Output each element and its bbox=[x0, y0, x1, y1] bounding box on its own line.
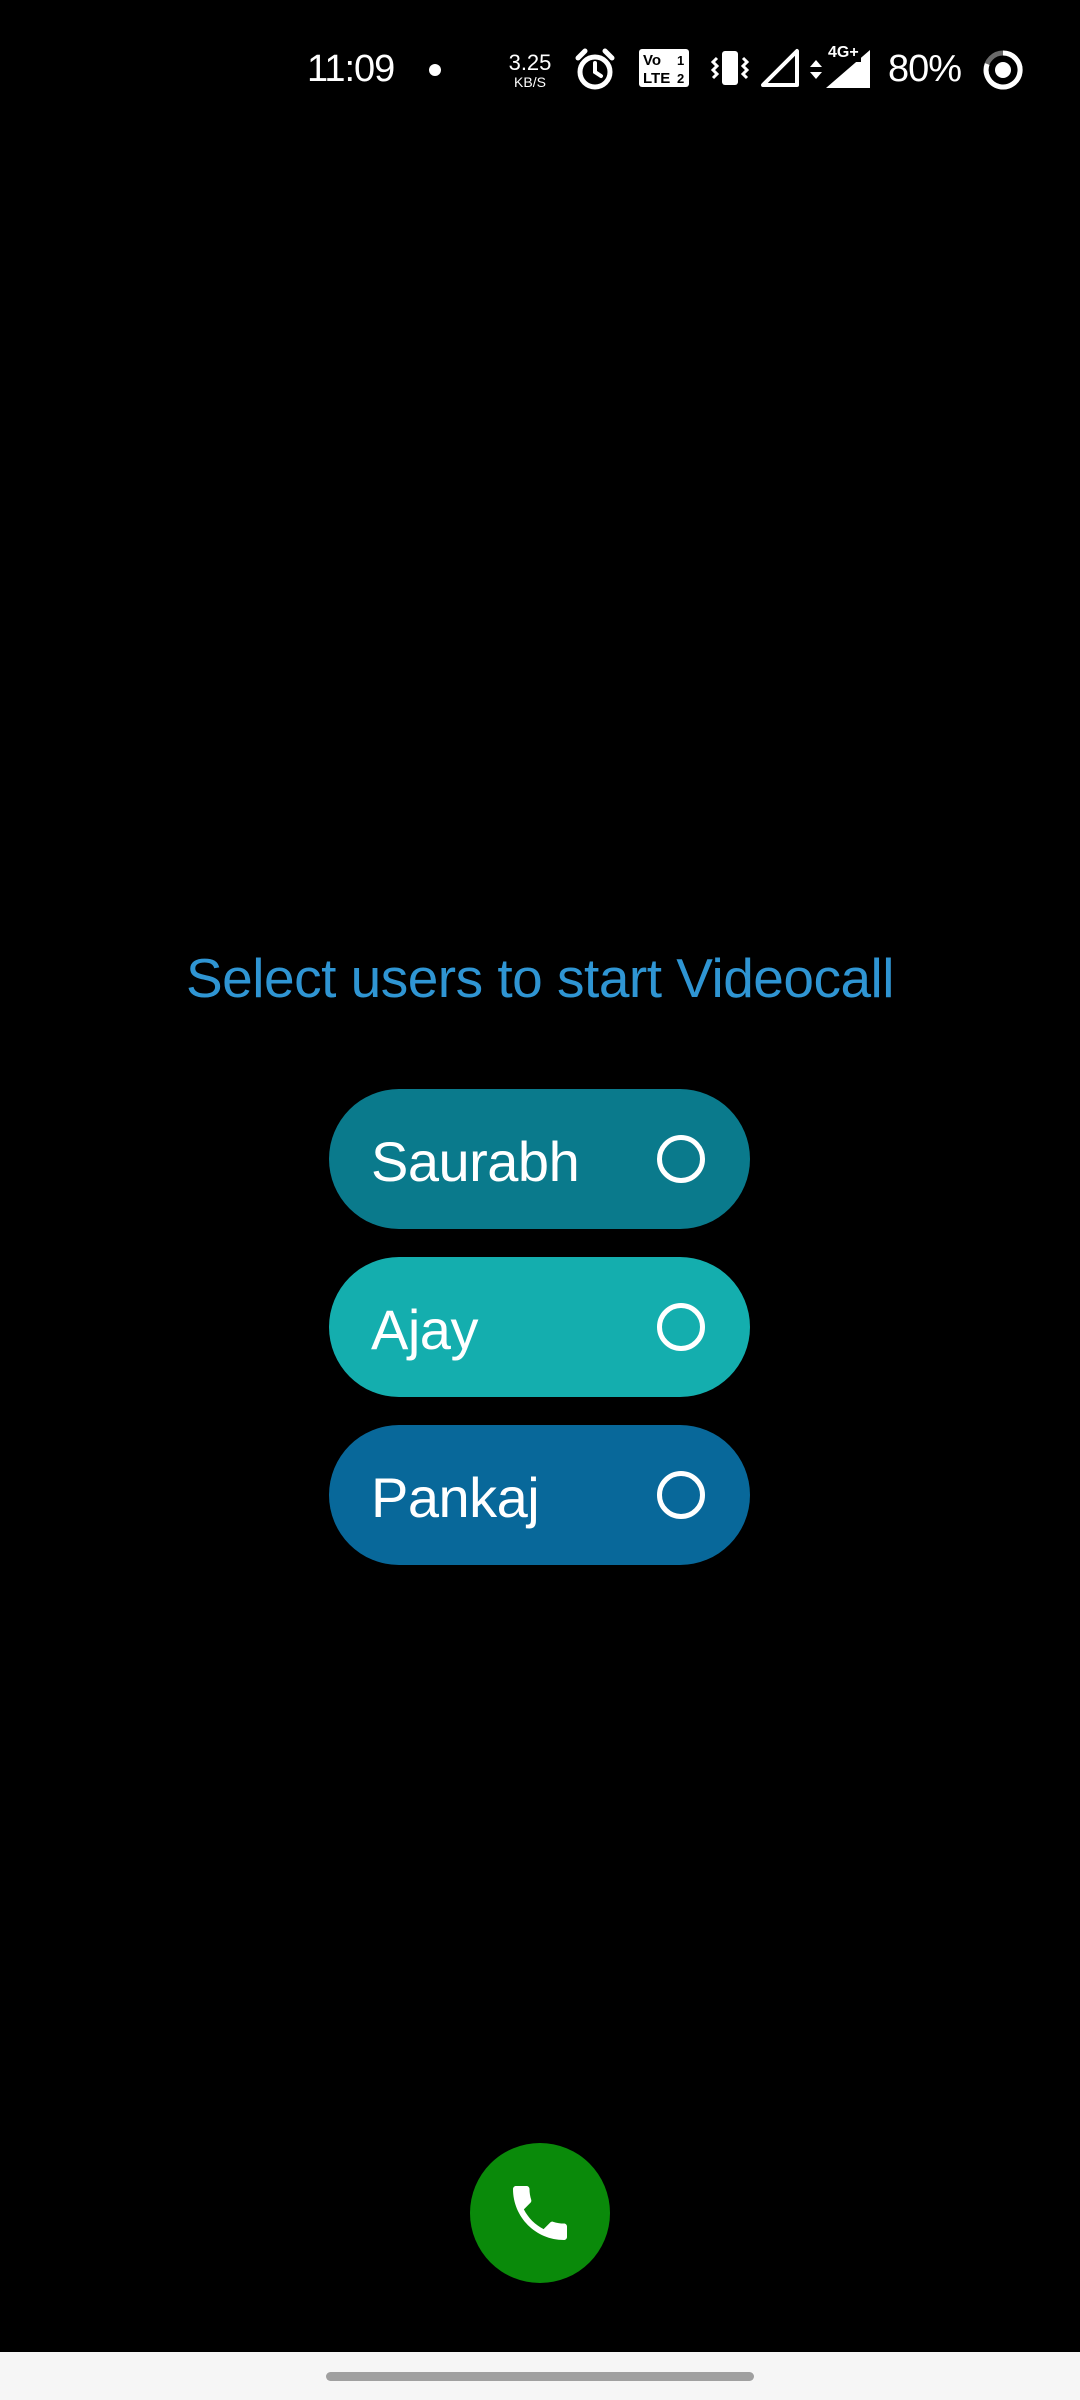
user-item-pankaj[interactable]: Pankaj bbox=[329, 1425, 750, 1565]
network-speed-unit: KB/S bbox=[514, 74, 546, 90]
start-call-button[interactable] bbox=[470, 2143, 610, 2283]
notification-dot-icon bbox=[429, 64, 441, 76]
svg-text:1: 1 bbox=[677, 53, 684, 68]
user-name: Saurabh bbox=[371, 1130, 580, 1193]
user-item-saurabh[interactable]: Saurabh bbox=[329, 1089, 750, 1229]
alarm-icon bbox=[575, 48, 615, 90]
vibrate-icon bbox=[710, 51, 750, 85]
network-type-label: 4G+ bbox=[826, 44, 861, 62]
user-name: Pankaj bbox=[371, 1466, 540, 1529]
status-time: 11:09 bbox=[307, 48, 395, 90]
volte-bottom-label: LTE bbox=[643, 70, 670, 87]
signal-strength-icon bbox=[761, 49, 799, 87]
home-gesture-handle[interactable] bbox=[326, 2372, 754, 2381]
user-select-radio[interactable] bbox=[657, 1135, 705, 1183]
battery-percent: 80% bbox=[888, 48, 962, 90]
status-bar: 11:09 3.25 KB/S Vo LTE 1 2 4G+ 80% bbox=[0, 0, 1080, 140]
network-speed-value: 3.25 bbox=[508, 50, 552, 75]
svg-text:2: 2 bbox=[677, 71, 684, 86]
volte-top-label: Vo bbox=[643, 52, 661, 69]
page-title: Select users to start Videocall bbox=[185, 947, 895, 1009]
volte-icon: Vo LTE 1 2 bbox=[639, 49, 689, 87]
network-speed: 3.25 KB/S bbox=[505, 50, 555, 90]
user-select-radio[interactable] bbox=[657, 1471, 705, 1519]
user-select-radio[interactable] bbox=[657, 1303, 705, 1351]
screen: 11:09 3.25 KB/S Vo LTE 1 2 4G+ 80% Selec… bbox=[0, 0, 1080, 2400]
phone-icon bbox=[513, 2186, 567, 2240]
user-name: Ajay bbox=[371, 1298, 478, 1361]
battery-icon bbox=[983, 50, 1023, 90]
navigation-bar bbox=[0, 2352, 1080, 2400]
user-item-ajay[interactable]: Ajay bbox=[329, 1257, 750, 1397]
